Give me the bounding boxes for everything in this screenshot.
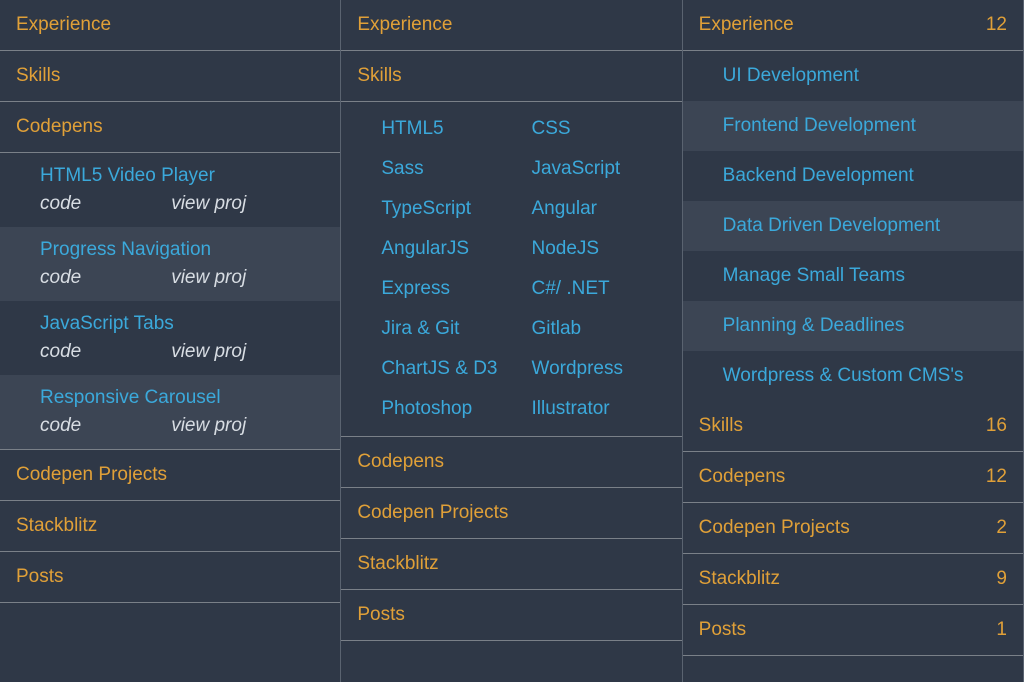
section-skills[interactable]: Skills <box>0 51 340 102</box>
section-experience[interactable]: Experience <box>0 0 340 51</box>
section-codepens[interactable]: Codepens <box>0 102 340 153</box>
section-label: Experience <box>16 14 111 36</box>
experience-item[interactable]: Wordpress & Custom CMS's <box>683 351 1023 401</box>
experience-item[interactable]: UI Development <box>683 51 1023 101</box>
section-codepen-projects[interactable]: Codepen Projects <box>341 488 681 539</box>
section-label: Stackblitz <box>699 568 780 590</box>
skill-item[interactable]: Gitlab <box>531 318 681 340</box>
section-stackblitz[interactable]: Stackblitz <box>0 501 340 552</box>
section-posts[interactable]: Posts 1 <box>683 605 1023 656</box>
skill-item[interactable]: Jira & Git <box>381 318 531 340</box>
skill-item[interactable]: ChartJS & D3 <box>381 358 531 380</box>
codepen-view-link[interactable]: view proj <box>171 267 246 289</box>
codepen-title: Responsive Carousel <box>40 387 324 409</box>
codepen-code-link[interactable]: code <box>40 193 81 215</box>
section-label: Skills <box>699 415 743 437</box>
codepen-view-link[interactable]: view proj <box>171 341 246 363</box>
section-skills[interactable]: Skills <box>341 51 681 102</box>
panel-left: Experience Skills Codepens HTML5 Video P… <box>0 0 341 682</box>
skill-item[interactable]: JavaScript <box>531 158 681 180</box>
codepen-code-link[interactable]: code <box>40 267 81 289</box>
codepen-code-link[interactable]: code <box>40 415 81 437</box>
section-posts[interactable]: Posts <box>0 552 340 603</box>
section-label: Stackblitz <box>357 553 438 575</box>
skill-item[interactable]: TypeScript <box>381 198 531 220</box>
codepen-code-link[interactable]: code <box>40 341 81 363</box>
skill-item[interactable]: C#/ .NET <box>531 278 681 300</box>
section-label: Posts <box>16 566 64 588</box>
section-count: 9 <box>996 568 1007 590</box>
section-count: 1 <box>996 619 1007 641</box>
section-label: Codepens <box>699 466 786 488</box>
section-codepens[interactable]: Codepens 12 <box>683 452 1023 503</box>
section-stackblitz[interactable]: Stackblitz <box>341 539 681 590</box>
section-label: Experience <box>699 14 794 36</box>
skill-item[interactable]: CSS <box>531 118 681 140</box>
codepen-view-link[interactable]: view proj <box>171 415 246 437</box>
section-label: Posts <box>357 604 405 626</box>
skill-item[interactable]: Illustrator <box>531 398 681 420</box>
codepen-item[interactable]: Progress Navigation code view proj <box>0 227 340 301</box>
codepen-title: JavaScript Tabs <box>40 313 324 335</box>
skill-item[interactable]: AngularJS <box>381 238 531 260</box>
section-stackblitz[interactable]: Stackblitz 9 <box>683 554 1023 605</box>
section-label: Codepen Projects <box>699 517 850 539</box>
section-label: Experience <box>357 14 452 36</box>
section-count: 12 <box>986 14 1007 36</box>
section-experience[interactable]: Experience <box>341 0 681 51</box>
section-label: Posts <box>699 619 747 641</box>
section-label: Codepen Projects <box>16 464 167 486</box>
section-label: Codepens <box>357 451 444 473</box>
skills-list: HTML5 CSS Sass JavaScript TypeScript Ang… <box>341 102 681 437</box>
codepen-item[interactable]: JavaScript Tabs code view proj <box>0 301 340 375</box>
section-label: Skills <box>357 65 401 87</box>
skill-item[interactable]: Wordpress <box>531 358 681 380</box>
codepen-item[interactable]: HTML5 Video Player code view proj <box>0 153 340 227</box>
panel-middle: Experience Skills HTML5 CSS Sass JavaScr… <box>341 0 682 682</box>
experience-item[interactable]: Frontend Development <box>683 101 1023 151</box>
codepen-title: HTML5 Video Player <box>40 165 324 187</box>
experience-item[interactable]: Manage Small Teams <box>683 251 1023 301</box>
section-count: 16 <box>986 415 1007 437</box>
panel-right: Experience 12 UI Development Frontend De… <box>683 0 1024 682</box>
codepen-title: Progress Navigation <box>40 239 324 261</box>
section-label: Stackblitz <box>16 515 97 537</box>
codepen-view-link[interactable]: view proj <box>171 193 246 215</box>
section-count: 2 <box>996 517 1007 539</box>
experience-list: UI Development Frontend Development Back… <box>683 51 1023 401</box>
section-codepen-projects[interactable]: Codepen Projects <box>0 450 340 501</box>
experience-item[interactable]: Data Driven Development <box>683 201 1023 251</box>
skill-item[interactable]: NodeJS <box>531 238 681 260</box>
section-label: Codepens <box>16 116 103 138</box>
experience-item[interactable]: Planning & Deadlines <box>683 301 1023 351</box>
section-codepens[interactable]: Codepens <box>341 437 681 488</box>
skill-item[interactable]: Angular <box>531 198 681 220</box>
section-experience[interactable]: Experience 12 <box>683 0 1023 51</box>
skill-item[interactable]: Sass <box>381 158 531 180</box>
skill-item[interactable]: HTML5 <box>381 118 531 140</box>
section-posts[interactable]: Posts <box>341 590 681 641</box>
section-skills[interactable]: Skills 16 <box>683 401 1023 452</box>
skill-item[interactable]: Photoshop <box>381 398 531 420</box>
section-codepen-projects[interactable]: Codepen Projects 2 <box>683 503 1023 554</box>
codepen-item[interactable]: Responsive Carousel code view proj <box>0 375 340 449</box>
section-label: Codepen Projects <box>357 502 508 524</box>
section-label: Skills <box>16 65 60 87</box>
skill-item[interactable]: Express <box>381 278 531 300</box>
codepens-list: HTML5 Video Player code view proj Progre… <box>0 153 340 450</box>
section-count: 12 <box>986 466 1007 488</box>
experience-item[interactable]: Backend Development <box>683 151 1023 201</box>
